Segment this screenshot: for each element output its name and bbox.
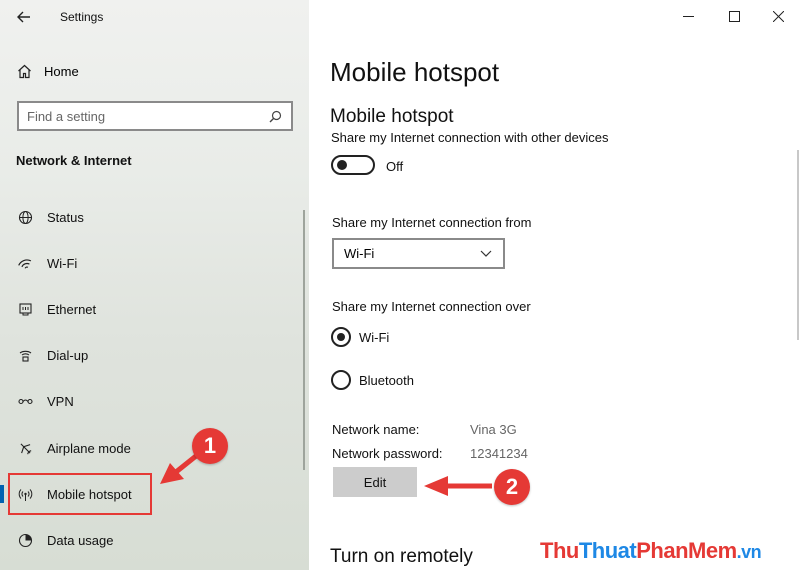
sidebar-item-label: Dial-up [47, 347, 89, 363]
network-name-value: Vina 3G [470, 422, 517, 437]
toggle-state-label: Off [386, 159, 404, 174]
share-over-label: Share my Internet connection over [332, 299, 531, 314]
network-password-value: 12341234 [470, 446, 528, 461]
close-icon [772, 10, 784, 22]
home-link[interactable]: Home [16, 63, 79, 79]
page-title: Mobile hotspot [330, 57, 500, 87]
network-password-label: Network password: [332, 446, 443, 461]
section-title: Network & Internet [16, 153, 132, 168]
wifi-icon [17, 255, 33, 271]
radio-bluetooth[interactable] [331, 370, 351, 390]
minimize-icon [682, 15, 694, 17]
main-scrollbar[interactable] [797, 150, 799, 340]
airplane-icon [17, 440, 33, 456]
sidebar-item-dialup[interactable]: Dial-up [0, 337, 300, 373]
search-box[interactable] [17, 101, 293, 131]
watermark-part: Thuat [578, 538, 637, 563]
remote-heading: Turn on remotely [330, 546, 473, 567]
sidebar-item-label: VPN [47, 393, 74, 409]
data-usage-icon [17, 532, 33, 548]
dialup-icon [17, 347, 33, 363]
home-label: Home [44, 63, 79, 79]
sidebar-item-label: Ethernet [47, 301, 97, 317]
radio-wifi[interactable] [331, 327, 351, 347]
share-description: Share my Internet connection with other … [331, 130, 609, 145]
maximize-icon [728, 10, 740, 22]
watermark-part: Thu [540, 538, 579, 563]
radio-selected-dot [337, 333, 345, 341]
minimize-button[interactable] [671, 3, 705, 29]
section-heading: Mobile hotspot [330, 106, 454, 127]
close-button[interactable] [761, 3, 795, 29]
sidebar-scrollbar[interactable] [303, 210, 305, 470]
sidebar-item-vpn[interactable]: VPN [0, 383, 300, 419]
sidebar-item-label: Wi-Fi [47, 255, 78, 271]
toggle-knob [337, 160, 347, 170]
edit-button[interactable]: Edit [333, 467, 417, 497]
search-icon[interactable] [267, 108, 283, 124]
annotation-step-2-badge: 2 [494, 469, 530, 505]
globe-icon [17, 209, 33, 225]
chevron-down-icon [479, 247, 493, 261]
sidebar-item-data-usage[interactable]: Data usage [0, 522, 300, 558]
search-input[interactable] [27, 108, 267, 124]
back-arrow-icon [17, 11, 30, 23]
maximize-button[interactable] [717, 3, 751, 29]
network-name-label: Network name: [332, 422, 420, 437]
home-icon [16, 63, 32, 79]
back-button[interactable] [10, 6, 38, 28]
share-from-dropdown[interactable]: Wi-Fi [332, 238, 505, 269]
share-from-value: Wi-Fi [344, 246, 375, 261]
sidebar-item-label: Data usage [47, 532, 114, 548]
radio-wifi-label: Wi-Fi [359, 330, 390, 345]
watermark: ThuThuatPhanMem.vn [540, 538, 762, 564]
hotspot-toggle[interactable] [331, 155, 375, 175]
sidebar-item-label: Airplane mode [47, 440, 131, 456]
app-title: Settings [60, 10, 104, 24]
sidebar-item-airplane[interactable]: Airplane mode [0, 430, 300, 466]
ethernet-icon [17, 301, 33, 317]
watermark-part: .vn [736, 542, 762, 562]
annotation-highlight-box [8, 473, 152, 515]
sidebar: Settings Home Network & Internet Status … [0, 0, 309, 570]
share-from-label: Share my Internet connection from [332, 215, 532, 230]
sidebar-item-ethernet[interactable]: Ethernet [0, 291, 300, 327]
vpn-icon [17, 393, 33, 409]
sidebar-item-label: Status [47, 209, 84, 225]
watermark-part: PhanMem [636, 538, 737, 563]
radio-bluetooth-label: Bluetooth [359, 373, 414, 388]
sidebar-item-status[interactable]: Status [0, 199, 300, 235]
sidebar-item-wifi[interactable]: Wi-Fi [0, 245, 300, 281]
annotation-step-1-badge: 1 [192, 428, 228, 464]
